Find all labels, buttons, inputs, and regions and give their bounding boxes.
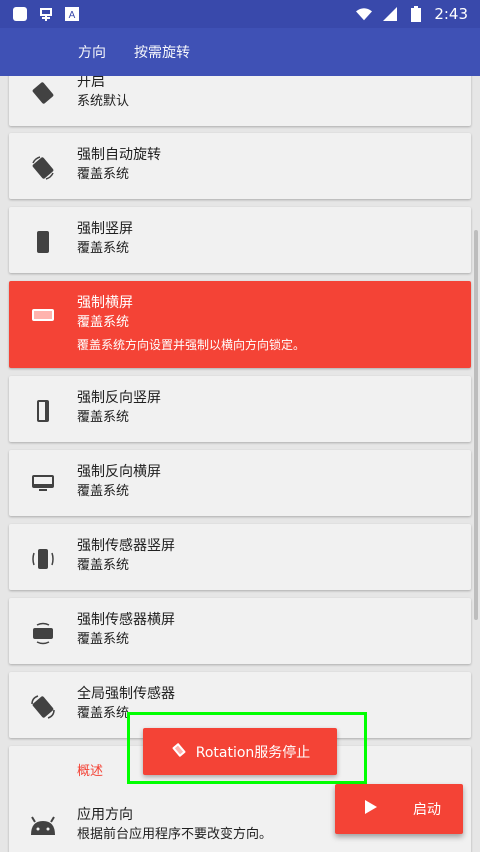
item-title: 强制横屏 bbox=[77, 295, 133, 311]
sensor-portrait-icon bbox=[9, 524, 77, 572]
status-time: 2:43 bbox=[434, 5, 468, 23]
item-subtitle: 根据前台应用程序不要改变方向。 bbox=[77, 827, 273, 842]
list-item-enable[interactable]: 开启 系统默认 bbox=[9, 76, 471, 126]
item-subtitle: 覆盖系统 bbox=[77, 558, 130, 573]
auto-rotate-icon bbox=[9, 133, 77, 181]
list-item-force-landscape[interactable]: 强制横屏 覆盖系统 覆盖系统方向设置并强制以横向方向锁定。 bbox=[9, 281, 471, 368]
rotate-diamond-icon bbox=[9, 76, 77, 106]
item-subtitle: 覆盖系统 bbox=[77, 241, 130, 256]
list-item-force-auto-rotate[interactable]: 强制自动旋转 覆盖系统 bbox=[9, 133, 471, 199]
list-item-force-sensor-portrait[interactable]: 强制传感器竖屏 覆盖系统 bbox=[9, 524, 471, 590]
tab-rotate-on-demand[interactable]: 按需旋转 bbox=[134, 42, 190, 62]
start-button-label: 启动 bbox=[413, 802, 441, 818]
item-title: 应用方向 bbox=[77, 807, 133, 823]
a-icon: A bbox=[64, 6, 80, 22]
square-icon bbox=[12, 6, 28, 22]
item-subtitle: 覆盖系统 bbox=[77, 315, 130, 330]
reverse-portrait-icon bbox=[9, 376, 77, 424]
item-description: 覆盖系统方向设置并强制以横向方向锁定。 bbox=[77, 338, 306, 352]
item-title: 强制竖屏 bbox=[77, 221, 133, 237]
status-bar: A 2:43 bbox=[0, 0, 480, 28]
item-subtitle: 覆盖系统 bbox=[77, 410, 130, 425]
svg-text:A: A bbox=[69, 10, 76, 21]
item-subtitle: 系统默认 bbox=[77, 94, 130, 109]
app-bar: 方向 按需旋转 bbox=[0, 28, 480, 76]
list-item-force-portrait[interactable]: 强制竖屏 覆盖系统 bbox=[9, 207, 471, 273]
landscape-icon bbox=[9, 281, 77, 325]
android-icon bbox=[9, 805, 77, 837]
battery-icon bbox=[408, 6, 424, 22]
item-title: 强制反向横屏 bbox=[77, 464, 161, 480]
tab-orientation[interactable]: 方向 bbox=[78, 42, 106, 62]
item-subtitle: 覆盖系统 bbox=[77, 632, 130, 647]
portrait-icon bbox=[9, 207, 77, 255]
scrollbar[interactable] bbox=[474, 230, 478, 620]
wifi-icon bbox=[356, 6, 373, 22]
app-icon bbox=[38, 6, 54, 22]
item-title: 强制传感器竖屏 bbox=[77, 538, 175, 554]
list-item-force-sensor-landscape[interactable]: 强制传感器横屏 覆盖系统 bbox=[9, 598, 471, 664]
item-title: 强制反向竖屏 bbox=[77, 390, 161, 406]
highlight-box bbox=[127, 712, 367, 784]
section-label-overview: 概述 bbox=[77, 764, 104, 779]
item-subtitle: 覆盖系统 bbox=[77, 484, 130, 499]
list-item-force-reverse-portrait[interactable]: 强制反向竖屏 覆盖系统 bbox=[9, 376, 471, 442]
item-subtitle: 覆盖系统 bbox=[77, 167, 130, 182]
item-title: 强制自动旋转 bbox=[77, 147, 161, 163]
sensor-landscape-icon bbox=[9, 598, 77, 646]
play-icon bbox=[365, 800, 377, 818]
item-title: 强制传感器横屏 bbox=[77, 612, 175, 628]
list-item-force-reverse-landscape[interactable]: 强制反向横屏 覆盖系统 bbox=[9, 450, 471, 516]
global-sensor-icon bbox=[9, 672, 77, 720]
start-button[interactable]: 启动 bbox=[335, 784, 463, 834]
reverse-landscape-icon bbox=[9, 450, 77, 494]
item-title: 全局强制传感器 bbox=[77, 686, 175, 702]
signal-icon bbox=[382, 6, 398, 22]
item-title: 开启 bbox=[77, 76, 105, 90]
